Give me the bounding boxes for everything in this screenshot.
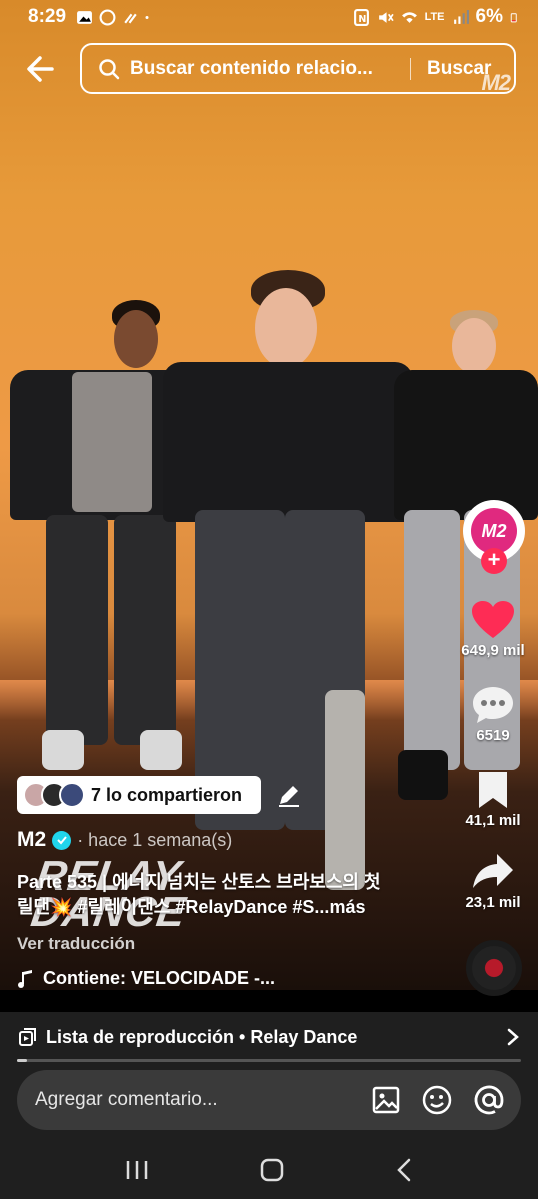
post-time: · hace 1 semana(s) — [77, 829, 233, 850]
translate-link[interactable]: Ver traducción — [17, 934, 135, 954]
save-count: 41,1 mil — [465, 812, 521, 829]
playlist-label: Lista de reproducción • Relay Dance — [46, 1026, 358, 1047]
music-label: Contiene: VELOCIDADE -... — [43, 968, 276, 988]
recent-apps-icon[interactable] — [124, 1158, 150, 1182]
like-count: 649,9 mil — [461, 642, 525, 659]
home-icon[interactable] — [259, 1157, 285, 1183]
search-divider — [410, 57, 411, 80]
search-bar[interactable]: Buscar contenido relacio... Buscar — [80, 43, 516, 94]
sharer-avatar — [59, 782, 85, 808]
music-disc[interactable] — [466, 940, 522, 996]
nfc-icon: N — [353, 8, 369, 26]
notification-dot-icon — [145, 15, 149, 19]
save-button[interactable]: 41,1 mil — [448, 770, 538, 829]
network-type: LTE — [424, 11, 445, 23]
comment-bar: Agregar comentario... — [0, 1062, 538, 1140]
search-button[interactable]: Buscar — [427, 58, 491, 80]
caption-line-1: Parte 535 | 에너지 넘치는 산토스 브라보스의 첫 — [17, 872, 381, 892]
comment-input[interactable]: Agregar comentario... — [17, 1070, 521, 1130]
svg-text:N: N — [358, 13, 366, 24]
verified-badge-icon — [52, 830, 72, 850]
wifi-icon — [401, 11, 417, 23]
battery-icon — [510, 12, 517, 22]
playlist-icon — [19, 1028, 36, 1046]
status-time: 8:29 — [28, 6, 67, 27]
music-note-icon — [18, 969, 32, 988]
search-icon — [99, 58, 120, 79]
share-button[interactable]: 23,1 mil — [448, 852, 538, 911]
back-arrow-icon[interactable] — [22, 53, 62, 85]
back-icon[interactable] — [394, 1157, 414, 1183]
author-name[interactable]: M2 — [17, 828, 46, 852]
image-icon[interactable] — [371, 1085, 401, 1115]
comment-button[interactable]: 6519 — [448, 685, 538, 744]
top-bar: Buscar contenido relacio... Buscar — [0, 43, 538, 95]
comment-bubble-icon — [473, 687, 513, 723]
whatsapp-icon — [99, 9, 116, 25]
emoji-icon[interactable] — [421, 1084, 453, 1116]
playlist-bar[interactable]: Lista de reproducción • Relay Dance — [0, 1012, 538, 1062]
bookmark-icon — [479, 772, 507, 808]
cell-signal-icon — [453, 9, 469, 24]
mute-icon — [378, 11, 394, 23]
video-caption[interactable]: Parte 535 | 에너지 넘치는 산토스 브라보스의 첫 릴댄💥 #릴레이… — [17, 870, 437, 920]
author-row: M2 · hace 1 semana(s) — [17, 828, 232, 852]
edit-pencil-icon[interactable] — [276, 782, 302, 808]
comment-count: 6519 — [476, 727, 510, 744]
status-bar: 8:29 N LTE 6% — [0, 0, 538, 34]
caption-line-2: 릴댄💥 #릴레이댄스 #RelayDance #S... — [17, 897, 330, 917]
music-row[interactable]: Contiene: VELOCIDADE -... — [17, 968, 275, 989]
more-link[interactable]: más — [329, 897, 365, 917]
share-arrow-icon — [473, 854, 513, 888]
system-nav-bar — [0, 1140, 538, 1199]
mention-icon[interactable] — [473, 1084, 505, 1116]
search-input[interactable]: Buscar contenido relacio... — [130, 58, 398, 80]
gallery-icon — [77, 10, 92, 24]
heart-icon — [472, 601, 514, 638]
like-button[interactable]: 649,9 mil — [448, 600, 538, 659]
shared-by-pill[interactable]: 7 lo compartieron — [17, 776, 261, 814]
signal-boost-icon — [124, 13, 137, 23]
battery-percent: 6% — [475, 6, 503, 27]
share-count: 23,1 mil — [465, 894, 521, 911]
comment-placeholder: Agregar comentario... — [35, 1089, 218, 1110]
chevron-right-icon — [507, 1028, 519, 1046]
shared-count-label: 7 lo compartieron — [91, 784, 243, 805]
follow-plus-button[interactable]: + — [481, 548, 507, 574]
